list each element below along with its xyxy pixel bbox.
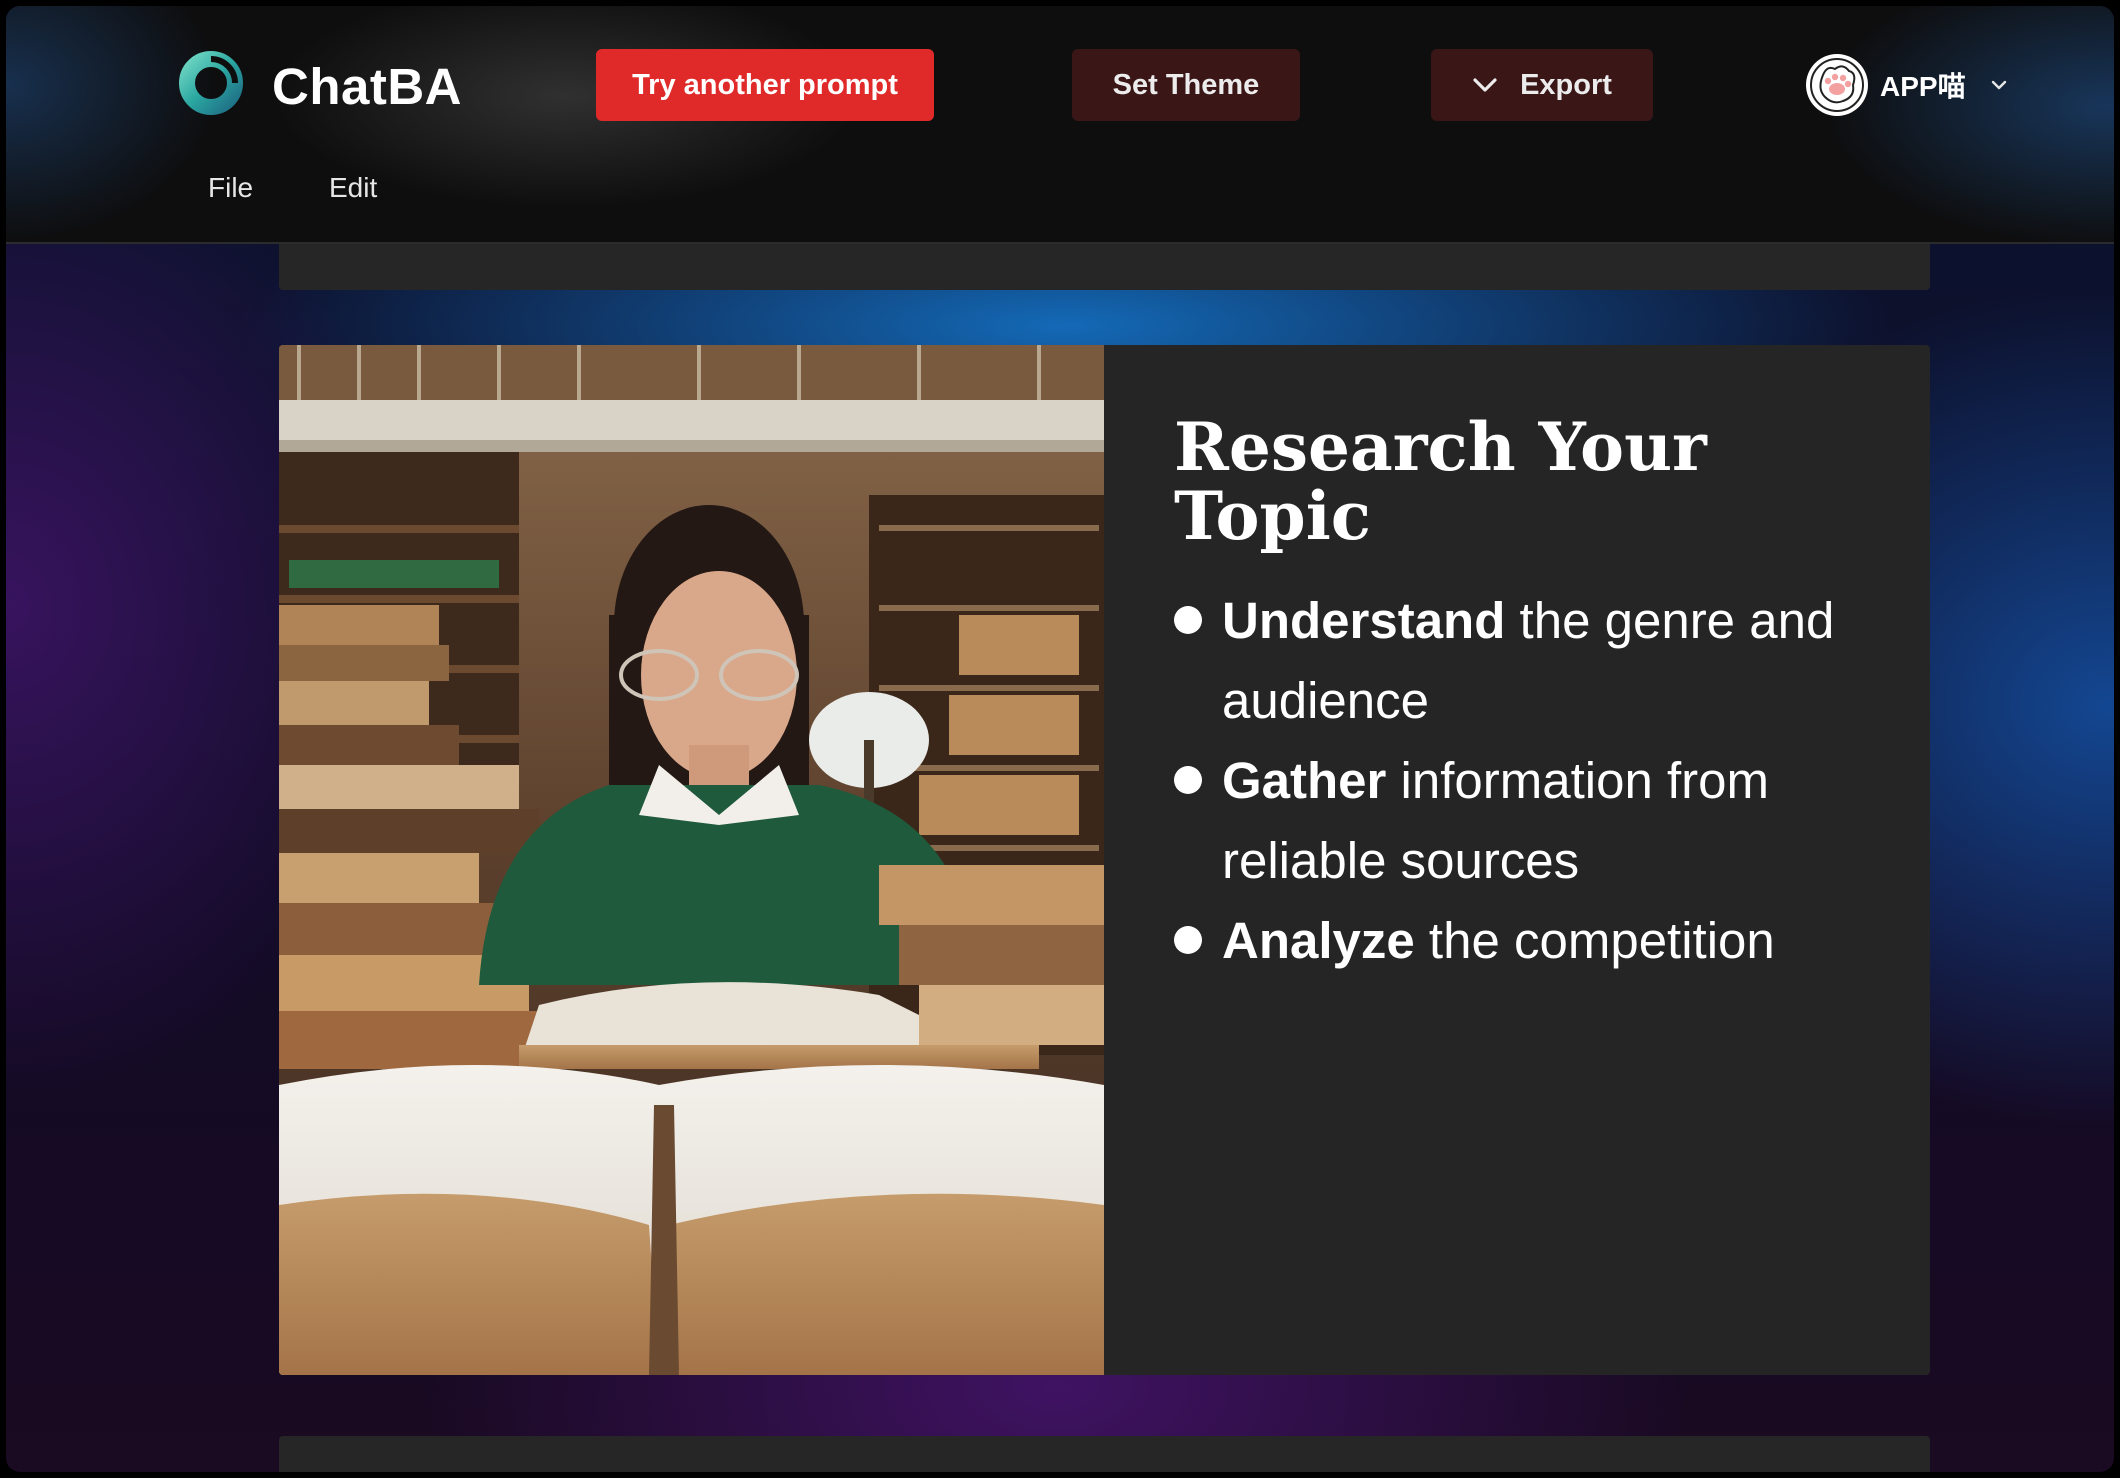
menu-file[interactable]: File [208,172,253,204]
list-item: Analyze the competition [1174,901,1894,981]
try-another-prompt-button[interactable]: Try another prompt [596,49,934,121]
menu-edit[interactable]: Edit [329,172,377,204]
bullet-keyword: Gather [1222,752,1387,809]
try-another-prompt-label: Try another prompt [632,68,898,101]
set-theme-button[interactable]: Set Theme [1072,49,1300,121]
bullet-text: the competition [1414,912,1775,969]
avatar[interactable] [1806,54,1868,116]
library-student-photo [279,345,1104,1375]
top-bar: ChatBA Try another prompt Set Theme Expo… [6,6,2114,244]
slide-title: Research Your Topic [1174,408,1707,555]
chevron-down-icon[interactable] [1990,79,2008,91]
bullet-dot-icon [1174,926,1202,954]
export-button[interactable]: Export [1431,49,1653,121]
export-label: Export [1520,68,1612,101]
bullet-dot-icon [1174,766,1202,794]
bullet-keyword: Understand [1222,592,1506,649]
previous-slide[interactable] [279,244,1930,290]
bullet-keyword: Analyze [1222,912,1415,969]
list-item: Gather information from reliable sources [1174,741,1894,901]
set-theme-label: Set Theme [1112,68,1260,101]
slide-card[interactable]: Research Your Topic Understand the genre… [279,345,1930,1375]
brand-name: ChatBA [272,58,462,115]
app-window: ChatBA Try another prompt Set Theme Expo… [6,6,2114,1472]
list-item: Understand the genre and audience [1174,581,1894,741]
next-slide[interactable] [279,1436,1930,1472]
cat-paw-avatar-icon [1810,58,1864,112]
user-menu[interactable]: APP喵 [1806,53,2008,117]
chevron-down-icon [1472,77,1498,93]
bullet-dot-icon [1174,606,1202,634]
chatba-logo-icon[interactable] [176,48,246,118]
user-name: APP喵 [1880,71,1966,102]
bullet-list: Understand the genre and audience Gather… [1174,581,1894,981]
